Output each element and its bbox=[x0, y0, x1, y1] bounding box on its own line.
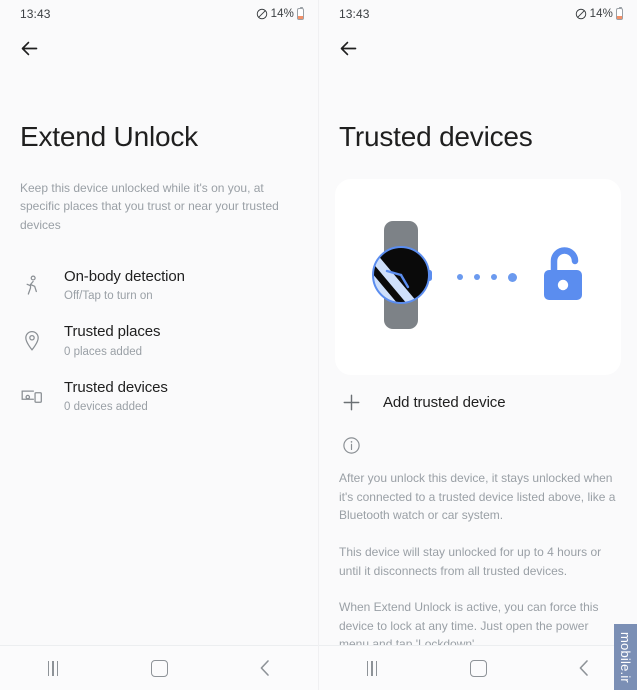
home-icon bbox=[469, 659, 487, 677]
list-item-subtitle: 0 places added bbox=[64, 345, 143, 358]
navigation-bar-right bbox=[319, 645, 637, 690]
screen-trusted-devices: 13:43 14% Trusted devices Add trusted de… bbox=[319, 0, 637, 690]
list-item-title: On-body detection bbox=[64, 267, 185, 285]
unlocked-padlock-icon bbox=[541, 244, 589, 311]
list-item-subtitle: Off/Tap to turn on bbox=[64, 290, 153, 303]
page-subtitle: Keep this device unlocked while it's on … bbox=[20, 181, 279, 232]
list-item-trusted-places[interactable]: Trusted places 0 places added bbox=[0, 313, 318, 368]
home-icon bbox=[150, 659, 168, 677]
battery-percent-label: 14% bbox=[589, 8, 613, 20]
connection-dot bbox=[457, 274, 463, 281]
dual-screenshot-container: 13:43 14% Extend Unlock Keep this device… bbox=[0, 0, 637, 690]
back-icon bbox=[260, 660, 269, 676]
back-button[interactable] bbox=[14, 33, 44, 63]
illustration-card bbox=[335, 179, 621, 376]
status-bar-right: 13:43 14% bbox=[319, 0, 637, 28]
settings-list: On-body detection Off/Tap to turn on Tru… bbox=[0, 258, 318, 424]
arrow-left-icon bbox=[21, 41, 37, 55]
list-item-title: Trusted devices bbox=[64, 378, 168, 396]
recents-button[interactable] bbox=[26, 647, 80, 689]
home-button[interactable] bbox=[132, 647, 186, 689]
connection-dot bbox=[491, 274, 497, 281]
back-nav-button[interactable] bbox=[238, 647, 292, 689]
connection-dots bbox=[457, 272, 517, 282]
no-entry-icon bbox=[575, 8, 587, 20]
walking-person-icon bbox=[18, 275, 46, 297]
list-item-title: Trusted places bbox=[64, 323, 161, 341]
location-pin-icon bbox=[18, 330, 46, 352]
add-trusted-device-label: Add trusted device bbox=[383, 394, 506, 412]
site-watermark: mobile.ir bbox=[614, 624, 637, 690]
screen-extend-unlock: 13:43 14% Extend Unlock Keep this device… bbox=[0, 0, 319, 690]
connection-dot bbox=[508, 272, 517, 282]
recents-button[interactable] bbox=[345, 647, 399, 689]
watermark-text: mobile.ir bbox=[618, 631, 633, 683]
devices-icon bbox=[18, 387, 46, 405]
info-paragraph: This device will stay unlocked for up to… bbox=[339, 544, 602, 578]
add-trusted-device-button[interactable]: Add trusted device bbox=[319, 375, 637, 430]
illustration bbox=[367, 219, 589, 336]
recents-icon bbox=[47, 660, 59, 676]
info-paragraph: After you unlock this device, it stays u… bbox=[339, 471, 616, 523]
list-item-trusted-devices[interactable]: Trusted devices 0 devices added bbox=[0, 369, 318, 424]
back-nav-button[interactable] bbox=[557, 647, 611, 689]
info-section-header bbox=[319, 430, 637, 455]
navigation-bar-left bbox=[0, 645, 318, 690]
battery-icon bbox=[616, 6, 623, 20]
info-circle-icon bbox=[337, 436, 365, 455]
top-app-bar-left bbox=[0, 28, 318, 68]
status-indicators: 14% bbox=[575, 6, 623, 20]
list-item-subtitle: 0 devices added bbox=[64, 401, 148, 414]
home-button[interactable] bbox=[451, 647, 505, 689]
arrow-left-icon bbox=[340, 41, 356, 55]
status-time: 13:43 bbox=[339, 7, 370, 21]
page-title: Extend Unlock bbox=[20, 121, 198, 152]
connection-dot bbox=[474, 274, 480, 281]
smartwatch-icon bbox=[367, 219, 435, 336]
info-text-block: After you unlock this device, it stays u… bbox=[319, 455, 637, 654]
plus-icon bbox=[337, 393, 365, 412]
status-time: 13:43 bbox=[20, 7, 51, 21]
back-icon bbox=[579, 660, 588, 676]
battery-icon bbox=[297, 6, 304, 20]
top-app-bar-right bbox=[319, 28, 637, 68]
back-button[interactable] bbox=[333, 33, 363, 63]
status-indicators: 14% bbox=[256, 6, 304, 20]
list-item-on-body-detection[interactable]: On-body detection Off/Tap to turn on bbox=[0, 258, 318, 313]
battery-percent-label: 14% bbox=[270, 8, 294, 20]
page-title: Trusted devices bbox=[339, 121, 533, 152]
recents-icon bbox=[366, 660, 378, 676]
status-bar-left: 13:43 14% bbox=[0, 0, 318, 28]
no-entry-icon bbox=[256, 8, 268, 20]
